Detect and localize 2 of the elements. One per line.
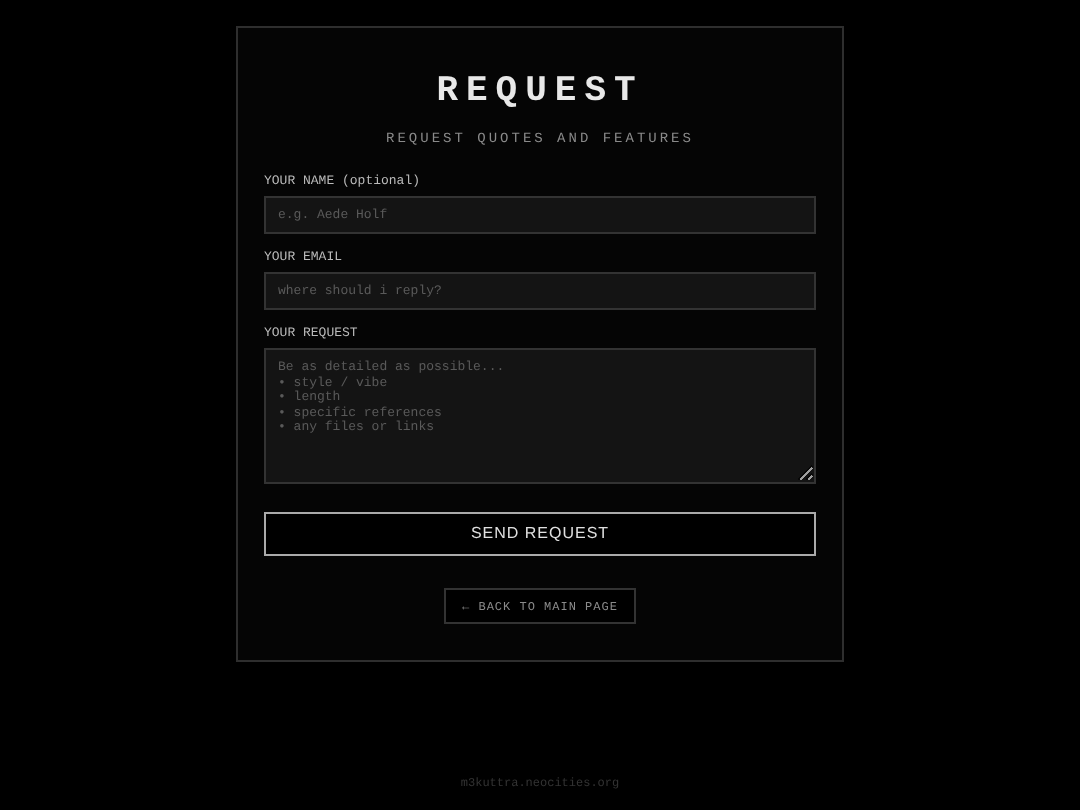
send-request-button[interactable]: SEND REQUEST: [264, 512, 816, 556]
page-title: REQUEST: [436, 72, 644, 112]
